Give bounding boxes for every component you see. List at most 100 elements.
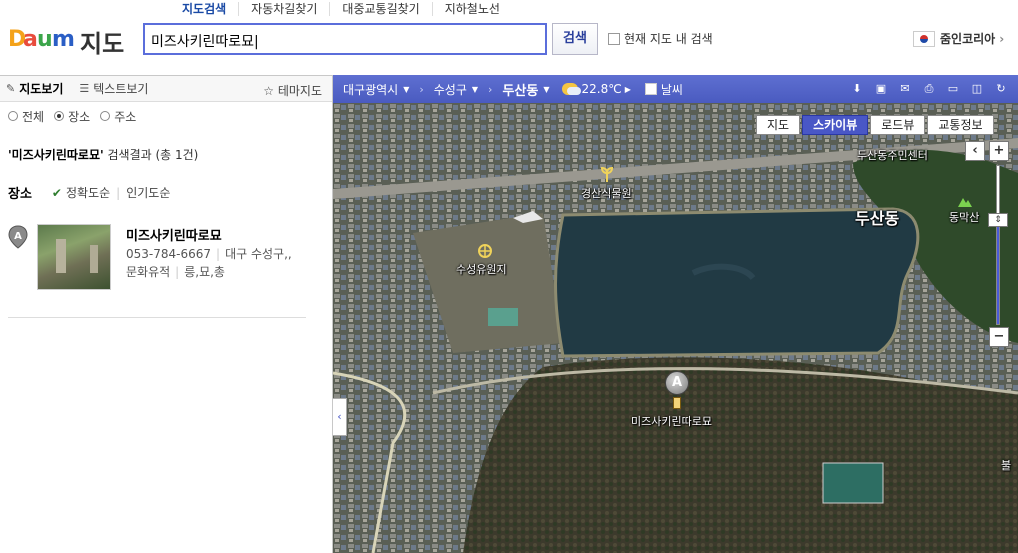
map-toolbar: 대구광역시 ▼ › 수성구 ▼ › 두산동 ▼ 22.8℃ ▶ 날씨 ⬇ ▣ ✉… [333,75,1018,103]
chevron-right-icon: › [488,82,493,96]
result-category-main: 문화유적 [126,265,171,279]
view-tabs: ✎ 지도보기 ☰ 텍스트보기 ☆ 테마지도 [0,75,332,102]
caret-right-icon: ▶ [624,84,631,94]
chevron-left-icon: ‹ [337,410,342,423]
thumbnail-image-part [90,245,98,273]
pencil-icon: ✎ [6,82,16,95]
breadcrumb-district-label: 수성구 [433,82,467,97]
ruler-icon[interactable]: ▭ [942,78,964,100]
tab-map-view[interactable]: ✎ 지도보기 [6,80,63,97]
chevron-right-icon: › [999,31,1005,46]
weather-info[interactable]: 22.8℃ ▶ [561,82,631,96]
sort-options: 장소 ✔ 정확도순 | 인기도순 [0,163,332,203]
sort-accuracy[interactable]: 정확도순 [66,184,110,201]
map-view[interactable]: 대구광역시 ▼ › 수성구 ▼ › 두산동 ▼ 22.8℃ ▶ 날씨 ⬇ ▣ ✉… [333,75,1018,553]
svg-text:A: A [14,231,22,242]
map-tools: ⬇ ▣ ✉ ⎙ ▭ ◫ ↻ [844,75,1012,103]
zoom-control: ‹ + ⇕ − [965,141,1009,347]
filter-radios: 전체 장소 주소 [0,102,332,130]
zoom-out-button[interactable]: − [989,327,1009,347]
area-icon[interactable]: ◫ [966,78,988,100]
pan-left-button[interactable]: ‹ [965,141,985,161]
map-type-switcher: 지도 스카이뷰 로드뷰 교통정보 [754,115,994,135]
svg-text:a: a [23,27,38,52]
caret-down-icon: ▼ [543,84,550,94]
amusement-park-label[interactable]: 수성유원지 [456,261,507,277]
korea-flag-icon [913,30,935,47]
zoom-in-button[interactable]: + [989,141,1009,161]
filter-address[interactable]: 주소 [100,108,136,125]
tab-map-view-label: 지도보기 [19,82,64,96]
satellite-map[interactable] [333,103,1018,553]
botanical-garden-label[interactable]: 경산식물원 [581,185,632,201]
zoom-slider-handle[interactable]: ⇕ [988,213,1008,227]
zoom-slider-track[interactable] [996,165,1000,325]
zoom-in-korea-label: 줌인코리아 [940,32,996,46]
filter-all[interactable]: 전체 [8,108,44,125]
download-icon[interactable]: ⬇ [846,78,868,100]
radio-icon [100,111,111,121]
search-input[interactable]: 미즈사키린따로묘| [143,23,547,55]
nav-transit-directions[interactable]: 대중교통길찾기 [330,2,433,16]
marker-a-icon: A [8,225,28,249]
list-item[interactable]: A 미즈사키린따로묘 053-784-6667 | 대구 수성구,, 문화유적 | 릉,… [8,223,306,318]
divider: | [116,185,121,200]
map-type-skyview[interactable]: 스카이뷰 [802,115,869,135]
check-icon: ✔ [51,185,62,200]
checkbox-icon [608,32,620,45]
breadcrumb-city[interactable]: 대구광역시 ▼ [343,81,409,98]
theme-map-link[interactable]: ☆ 테마지도 [263,82,322,99]
amusement-park-icon[interactable] [477,243,493,259]
top-nav: 지도검색 자동차길찾기 대중교통길찾기 지하철노선 [170,2,512,20]
zoom-level-fill [997,216,999,324]
thumbnail-image [56,239,66,273]
map-type-roadview[interactable]: 로드뷰 [870,115,926,135]
marker-place-label[interactable]: 미즈사키린따로묘 [631,413,712,429]
mail-icon[interactable]: ✉ [894,78,916,100]
divider: | [175,265,180,279]
svg-text:u: u [37,27,53,52]
result-count: 검색결과 (총 1건) [107,148,199,162]
collapse-panel-button[interactable]: ‹ [333,398,347,436]
search-within-map-toggle[interactable]: 현재 지도 내 검색 [608,30,713,47]
search-button[interactable]: 검색 [552,23,598,55]
radio-checked-icon [54,111,65,121]
nav-subway-map[interactable]: 지하철노선 [433,2,512,16]
community-center-label[interactable]: 두산동주민센터 [857,147,928,163]
save-icon[interactable]: ▣ [870,78,892,100]
nav-car-directions[interactable]: 자동차길찾기 [239,2,331,16]
tab-text-view[interactable]: ☰ 텍스트보기 [79,80,148,97]
zoom-in-korea-link[interactable]: 줌인코리아 › [913,30,1004,47]
filter-place[interactable]: 장소 [54,108,90,125]
breadcrumb-dong[interactable]: 두산동 ▼ [502,80,549,99]
breadcrumb-district[interactable]: 수성구 ▼ [434,81,478,98]
breadcrumb-dong-label: 두산동 [502,83,539,99]
result-query: '미즈사키린따로묘' [8,148,104,162]
tab-text-view-label: 텍스트보기 [93,82,149,96]
nav-map-search[interactable]: 지도검색 [170,2,240,16]
list-icon: ☰ [79,82,90,95]
filter-all-label: 전체 [22,109,45,124]
chevron-right-icon: › [419,82,424,96]
filter-address-label: 주소 [114,109,137,124]
result-thumbnail[interactable] [37,224,111,290]
result-marker-a[interactable]: A [665,371,689,395]
daum-map-logo[interactable]: D a u m 지도 [8,22,138,58]
sort-popularity[interactable]: 인기도순 [126,184,170,201]
result-address: 대구 수성구,, [225,247,292,261]
map-type-traffic[interactable]: 교통정보 [927,115,994,135]
checkbox-icon [644,83,657,95]
search-within-map-label: 현재 지도 내 검색 [624,32,713,46]
refresh-icon[interactable]: ↻ [990,78,1012,100]
daum-map-app: D a u m 지도 지도검색 자동차길찾기 대중교통길찾기 지하철노선 미즈사… [0,0,1018,553]
sort-section-label: 장소 [8,187,32,202]
dong-name-label: 두산동 [855,209,900,228]
filter-place-label: 장소 [68,109,91,124]
botanical-garden-icon[interactable] [599,167,615,183]
divider: | [216,247,221,261]
weather-label: 날씨 [660,82,683,97]
map-type-map[interactable]: 지도 [756,115,801,135]
result-name[interactable]: 미즈사키린따로묘 [126,225,222,244]
print-icon[interactable]: ⎙ [918,78,940,100]
weather-toggle[interactable]: 날씨 [644,81,683,98]
